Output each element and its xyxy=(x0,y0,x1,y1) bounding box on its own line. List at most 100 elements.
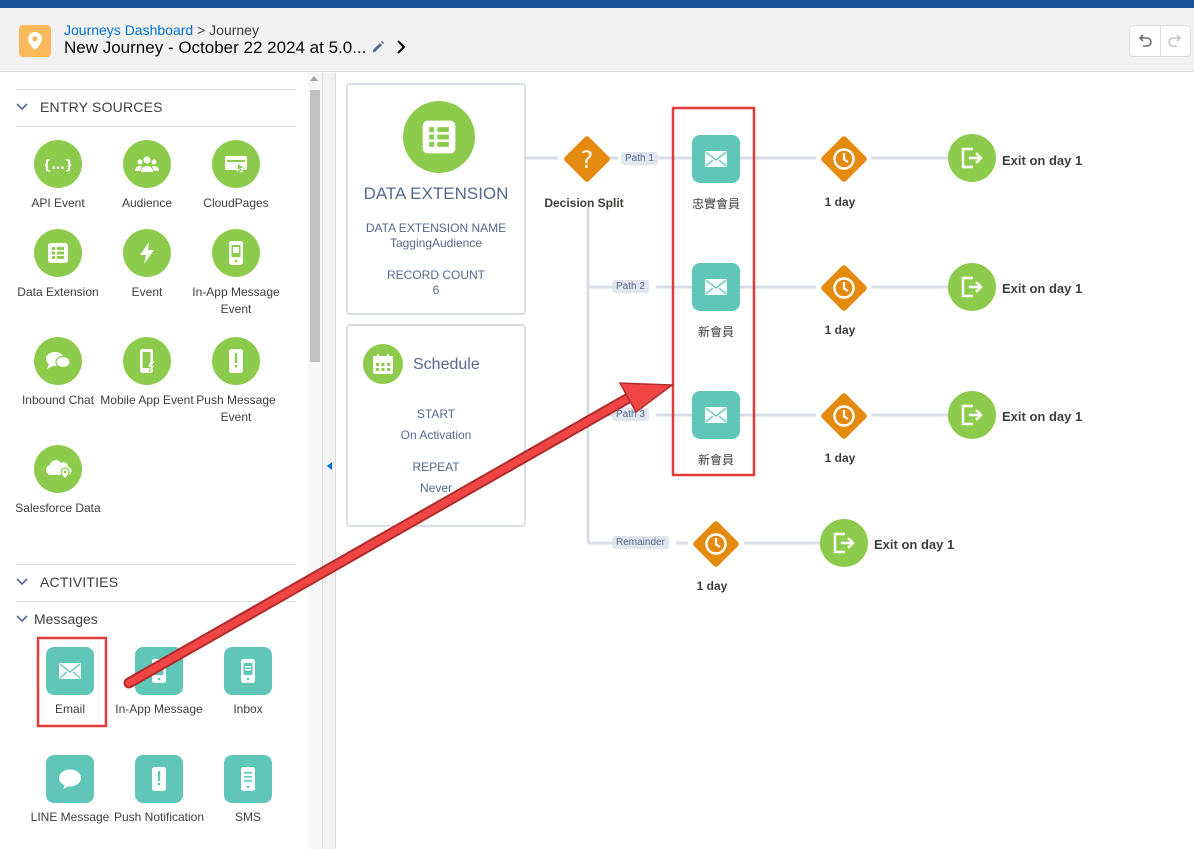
palette-scrollbar-thumb[interactable] xyxy=(310,90,320,362)
chevron-down-icon xyxy=(16,615,28,623)
inbound-chat-icon xyxy=(34,337,82,385)
exit-label-remainder: Exit on day 1 xyxy=(874,537,955,552)
svg-text:?: ? xyxy=(581,146,594,174)
collapse-left-icon[interactable] xyxy=(327,462,332,470)
palette-item-salesforce-data[interactable]: Salesforce Data xyxy=(10,445,106,517)
palette-item-audience[interactable]: Audience xyxy=(99,140,195,212)
audience-icon xyxy=(123,140,171,188)
salesforce-data-icon xyxy=(34,445,82,493)
palette-item-line-message[interactable]: LINE Message xyxy=(22,755,118,826)
entry-count-value: 6 xyxy=(432,283,440,297)
exit-icon xyxy=(961,276,983,298)
palette-item-push-notification[interactable]: Push Notification xyxy=(111,755,207,826)
path-tag-1: Path 1 xyxy=(621,152,658,165)
palette-collapse-bar[interactable] xyxy=(322,73,336,849)
schedule-repeat-value: Never xyxy=(419,481,452,495)
palette-item-event[interactable]: Event xyxy=(99,229,195,301)
exit-node-1[interactable] xyxy=(948,134,996,182)
palette-item-in-app-message-event[interactable]: In-App Message Event xyxy=(188,229,284,318)
decision-split-icon[interactable]: ? xyxy=(558,130,616,188)
palette-item-inbox[interactable]: Inbox xyxy=(200,647,296,718)
palette-item-inbound-chat[interactable]: Inbound Chat xyxy=(10,337,106,409)
palette-item-email[interactable]: Email xyxy=(22,647,118,718)
exit-label-2: Exit on day 1 xyxy=(1002,281,1083,296)
decision-split-label: Decision Split xyxy=(544,196,624,210)
wait-clock-icon[interactable] xyxy=(815,130,873,188)
exit-icon xyxy=(833,532,855,554)
redo-icon xyxy=(1168,34,1182,47)
activities-heading[interactable]: ACTIVITIES xyxy=(16,574,118,590)
chevron-down-icon xyxy=(16,103,28,111)
entry-card-title: DATA EXTENSION xyxy=(363,184,509,203)
schedule-repeat-label: REPEAT xyxy=(412,460,460,474)
palette-item-cloudpages[interactable]: CloudPages xyxy=(188,140,284,212)
path-tag-remainder: Remainder xyxy=(612,536,669,549)
wait-label-3: 1 day xyxy=(824,451,856,465)
email-node-label-1: 忠實會員 xyxy=(691,197,740,211)
exit-node-2[interactable] xyxy=(948,263,996,311)
palette-item-in-app-message[interactable]: In-App Message xyxy=(111,647,207,718)
activity-palette: ENTRY SOURCES {…} API Event Audience Clo… xyxy=(0,73,322,849)
path-tag-2: Path 2 xyxy=(612,280,649,293)
palette-item-sms[interactable]: SMS xyxy=(200,755,296,826)
data-extension-icon xyxy=(34,229,82,277)
palette-item-api-event[interactable]: {…} API Event xyxy=(10,140,106,212)
palette-item-data-extension[interactable]: Data Extension xyxy=(10,229,106,301)
entry-data-extension-card[interactable]: DATA EXTENSION DATA EXTENSION NAME Taggi… xyxy=(346,83,526,315)
breadcrumb-journeys-dashboard[interactable]: Journeys Dashboard xyxy=(64,22,193,38)
chevron-down-icon xyxy=(16,578,28,586)
svg-text:{…}: {…} xyxy=(45,158,71,173)
undo-redo-group xyxy=(1129,25,1191,57)
messages-subheading[interactable]: Messages xyxy=(16,611,98,627)
journey-pin-icon xyxy=(19,25,51,57)
exit-icon xyxy=(961,404,983,426)
chevron-right-icon[interactable] xyxy=(396,40,406,59)
wait-clock-icon[interactable] xyxy=(815,259,873,317)
entry-name-value: TaggingAudience xyxy=(389,236,483,250)
top-brand-strip xyxy=(0,0,1194,8)
exit-label-1: Exit on day 1 xyxy=(1002,153,1083,168)
email-icon xyxy=(705,279,727,295)
event-icon xyxy=(123,229,171,277)
undo-button[interactable] xyxy=(1130,26,1160,56)
pencil-edit-icon[interactable] xyxy=(371,40,385,59)
divider xyxy=(16,564,296,565)
schedule-card[interactable]: Schedule START On Activation REPEAT Neve… xyxy=(346,324,526,527)
scroll-up-arrow-icon[interactable] xyxy=(310,76,318,81)
email-node-path-3[interactable] xyxy=(692,391,740,439)
push-message-event-icon xyxy=(212,337,260,385)
sms-icon xyxy=(224,755,272,803)
redo-button[interactable] xyxy=(1159,26,1191,56)
divider xyxy=(16,89,296,90)
divider xyxy=(16,601,296,602)
entry-count-label: RECORD COUNT xyxy=(387,268,485,282)
exit-node-remainder[interactable] xyxy=(820,519,868,567)
email-icon xyxy=(705,407,727,423)
schedule-start-label: START xyxy=(416,407,456,421)
inbox-icon xyxy=(224,647,272,695)
breadcrumb-journey: Journey xyxy=(209,22,259,38)
schedule-title: Schedule xyxy=(413,356,480,373)
cloudpages-icon xyxy=(212,140,260,188)
wait-label-2: 1 day xyxy=(824,323,856,337)
calendar-icon xyxy=(363,344,403,384)
entry-sources-heading[interactable]: ENTRY SOURCES xyxy=(16,99,163,115)
email-node-path-1[interactable] xyxy=(692,135,740,183)
exit-label-3: Exit on day 1 xyxy=(1002,409,1083,424)
line-message-icon xyxy=(46,755,94,803)
wait-clock-icon[interactable] xyxy=(687,515,745,573)
wait-label-remainder: 1 day xyxy=(696,579,728,593)
email-icon xyxy=(46,647,94,695)
palette-item-mobile-app-event[interactable]: Mobile App Event xyxy=(99,337,195,409)
divider xyxy=(16,126,296,127)
email-node-path-2[interactable] xyxy=(692,263,740,311)
email-node-label-3: 新會員 xyxy=(697,453,734,467)
journey-header: Journeys Dashboard > Journey New Journey… xyxy=(0,8,1194,72)
journey-canvas[interactable]: DATA EXTENSION DATA EXTENSION NAME Taggi… xyxy=(336,73,1194,849)
undo-icon xyxy=(1138,34,1152,47)
wait-clock-icon[interactable] xyxy=(815,387,873,445)
email-node-label-2: 新會員 xyxy=(697,325,734,339)
palette-item-push-message-event[interactable]: Push Message Event xyxy=(188,337,284,426)
mobile-app-event-icon xyxy=(123,337,171,385)
exit-node-3[interactable] xyxy=(948,391,996,439)
